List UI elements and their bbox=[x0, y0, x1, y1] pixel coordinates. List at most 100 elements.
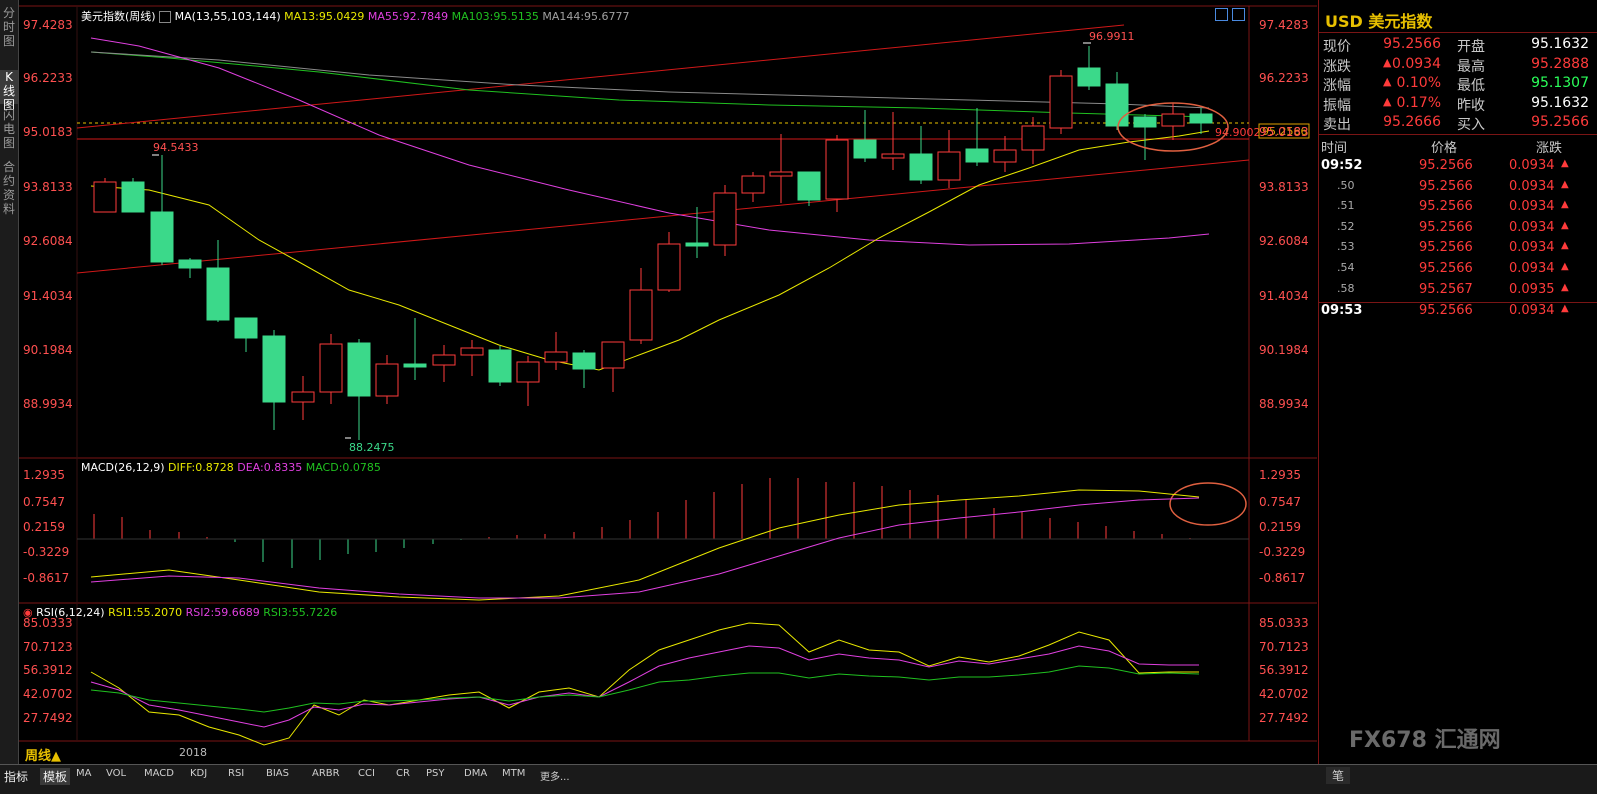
tick-price: 95.2566 bbox=[1419, 219, 1473, 235]
quote-row: 卖出 95.2666 买入 95.2566 bbox=[1319, 114, 1597, 133]
price-tick-label: 91.4034 bbox=[23, 289, 73, 303]
candle-body bbox=[1189, 113, 1213, 124]
left-tab-strip: 分时图 K线图 闪电图 合约资料 bbox=[0, 0, 19, 764]
quote-label: 涨跌 bbox=[1323, 58, 1351, 75]
indicator-tab[interactable]: MA bbox=[76, 768, 91, 779]
indicator-tab[interactable]: CR bbox=[396, 768, 410, 779]
rsi2-line bbox=[90, 645, 1199, 728]
macd-histogram bbox=[93, 478, 1191, 568]
candle-body bbox=[319, 343, 343, 393]
quote-label: 现价 bbox=[1323, 39, 1351, 55]
rsi1-line bbox=[90, 622, 1199, 746]
candle-body bbox=[909, 153, 933, 181]
high-annotation: 96.9911 bbox=[1089, 30, 1135, 43]
indicator-tab[interactable]: MACD bbox=[144, 768, 174, 779]
indicator-tab[interactable]: VOL bbox=[106, 768, 126, 779]
indicator-tab[interactable]: BIAS bbox=[266, 768, 289, 779]
quote-label: 买入 bbox=[1457, 117, 1485, 133]
maximize-icon[interactable] bbox=[1231, 8, 1245, 21]
quote-row: 涨幅 ▲ 0.10% 最低 95.1307 bbox=[1323, 75, 1589, 94]
tick-row: 09:53 95.2566 0.0934 ▲ bbox=[1319, 302, 1597, 323]
indicator-tab[interactable]: CCI bbox=[358, 768, 375, 779]
tick-time: .52 bbox=[1337, 219, 1355, 233]
candle-body bbox=[629, 289, 653, 341]
macd-tick-label: -0.8617 bbox=[1259, 571, 1306, 585]
price-tick-label: 95.0183 bbox=[23, 125, 73, 139]
candle-body bbox=[375, 363, 399, 397]
quote-label: 卖出 bbox=[1323, 117, 1351, 133]
quote-value: 95.1307 bbox=[1531, 75, 1589, 91]
restore-icon[interactable] bbox=[1215, 8, 1228, 21]
price-tick-label: 91.4034 bbox=[1259, 289, 1309, 303]
tab-lightning[interactable]: 闪电图 bbox=[0, 108, 18, 152]
level-label: 94.9002 bbox=[1215, 126, 1261, 139]
watermark-logo: FX678 汇通网 bbox=[1349, 728, 1501, 753]
price-tick-label: 90.1984 bbox=[23, 343, 73, 357]
candle-body bbox=[797, 171, 821, 201]
quote-label: 开盘 bbox=[1457, 39, 1485, 55]
macd-tick-label: 1.2935 bbox=[23, 468, 65, 482]
candle-body bbox=[685, 242, 709, 247]
tick-row: .52 95.2566 0.0934 ▲ bbox=[1319, 220, 1597, 240]
candle-body bbox=[460, 347, 484, 356]
price-tick-label: 96.2233 bbox=[1259, 71, 1309, 85]
quote-value: 0.0934 bbox=[1392, 55, 1441, 72]
indicator-tab[interactable]: MTM bbox=[502, 768, 525, 779]
macd-tick-label: 0.7547 bbox=[1259, 495, 1301, 509]
indicator-tab[interactable]: PSY bbox=[426, 768, 445, 779]
highlight-circle-macd bbox=[1169, 482, 1247, 526]
indicator-tab[interactable]: 更多... bbox=[540, 768, 570, 783]
peak-annotation: 94.5433 bbox=[153, 141, 199, 154]
tick-row: .50 95.2566 0.0934 ▲ bbox=[1319, 179, 1597, 199]
tick-mode-tab[interactable]: 笔 bbox=[1326, 767, 1351, 784]
ma103-line bbox=[90, 51, 1210, 118]
candle-body bbox=[206, 267, 230, 321]
tab-kline[interactable]: K线图 bbox=[0, 70, 18, 112]
indicator-tab[interactable]: RSI bbox=[228, 768, 244, 779]
price-tick-label: 96.2233 bbox=[23, 71, 73, 85]
tab-intraday[interactable]: 分时图 bbox=[0, 6, 18, 50]
indicator-tab[interactable]: 指标 bbox=[4, 768, 28, 785]
macd-tick-label: -0.3229 bbox=[1259, 545, 1306, 559]
candle-body bbox=[881, 153, 905, 159]
up-arrow-icon: ▲ bbox=[1561, 261, 1569, 272]
indicator-tab[interactable]: 模板 bbox=[40, 768, 71, 785]
tick-price: 95.2566 bbox=[1419, 240, 1473, 256]
tick-change: 0.0935 bbox=[1509, 281, 1555, 297]
tick-change: 0.0934 bbox=[1509, 199, 1555, 215]
candle-body bbox=[178, 259, 202, 269]
quote-value: 95.2566 bbox=[1383, 36, 1441, 52]
candle-body bbox=[1077, 67, 1101, 87]
candle-body bbox=[741, 175, 765, 194]
tick-row: .51 95.2566 0.0934 ▲ bbox=[1319, 199, 1597, 219]
candle-body bbox=[657, 243, 681, 291]
tick-price: 95.2566 bbox=[1419, 261, 1473, 276]
tick-row: 09:52 95.2566 0.0934 ▲ bbox=[1319, 158, 1597, 178]
up-arrow-icon: ▲ bbox=[1561, 240, 1569, 252]
indicator-tab[interactable]: ARBR bbox=[312, 768, 340, 779]
instrument-title: 美元指数(周线) bbox=[81, 10, 156, 23]
rsi-tick-label: 70.7123 bbox=[23, 640, 73, 654]
up-arrow-icon: ▲ bbox=[1561, 178, 1569, 190]
tab-contract-info[interactable]: 合约资料 bbox=[0, 160, 18, 218]
ma-header: 美元指数(周线) MA(13,55,103,144) MA13:95.0429 … bbox=[81, 10, 630, 23]
tick-change: 0.0934 bbox=[1509, 303, 1555, 319]
rsi-tick-label: 42.0702 bbox=[23, 687, 73, 701]
tick-time: .53 bbox=[1337, 240, 1355, 254]
indicator-tab[interactable]: DMA bbox=[464, 768, 487, 779]
macd-header: MACD(26,12,9) DIFF:0.8728 DEA:0.8335 MAC… bbox=[81, 461, 381, 474]
quote-label: 振幅 bbox=[1323, 97, 1351, 114]
macd-tick-label: -0.8617 bbox=[23, 571, 70, 585]
indicator-tab[interactable]: KDJ bbox=[190, 768, 207, 779]
quote-label: 昨收 bbox=[1457, 97, 1485, 114]
period-toggle-icon[interactable] bbox=[159, 11, 172, 23]
candle-body bbox=[713, 192, 737, 246]
tick-price: 95.2567 bbox=[1419, 281, 1473, 297]
price-tick-label: 97.4283 bbox=[1259, 18, 1309, 32]
candle-body bbox=[601, 341, 625, 369]
upper-trendline bbox=[76, 24, 1125, 129]
period-selector[interactable]: 周线▲ bbox=[25, 745, 61, 764]
kline-chart[interactable]: 96.9911 94.5433 88.2475 94.9002 95.2566 … bbox=[19, 0, 1317, 764]
quote-label: 最低 bbox=[1457, 78, 1485, 94]
candle-body bbox=[234, 317, 258, 339]
